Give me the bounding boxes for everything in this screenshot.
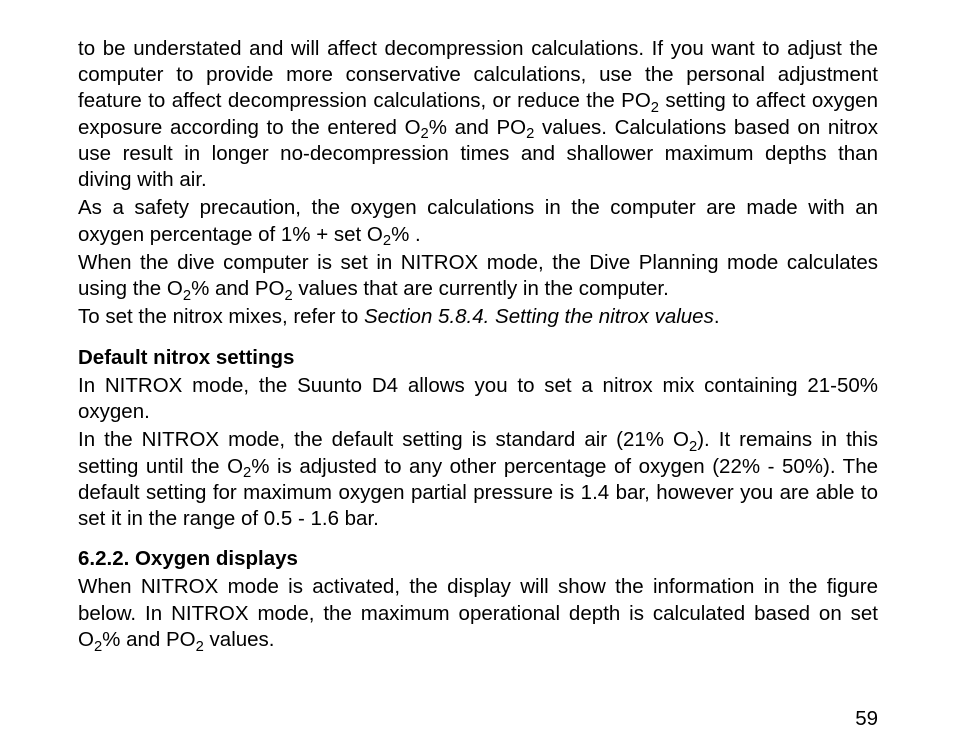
paragraph-default-1: In NITROX mode, the Suunto D4 allows you… — [78, 373, 878, 425]
text: values that are currently in the compute… — [293, 277, 669, 300]
subscript-2: 2 — [94, 639, 102, 655]
subscript-2: 2 — [383, 233, 391, 249]
manual-page: to be understated and will affect decomp… — [0, 0, 954, 756]
page-number: 59 — [855, 706, 878, 732]
text: % and PO — [429, 116, 526, 139]
subscript-2: 2 — [243, 465, 251, 481]
section-reference: Section 5.8.4. Setting the nitrox values — [364, 305, 714, 328]
subscript-2: 2 — [526, 126, 534, 142]
subscript-2: 2 — [651, 100, 659, 116]
text: In the NITROX mode, the default setting … — [78, 428, 689, 451]
text: To set the nitrox mixes, refer to — [78, 305, 364, 328]
paragraph-oxygen-1: When NITROX mode is activated, the displ… — [78, 574, 878, 653]
text: . — [714, 305, 720, 328]
text: As a safety precaution, the oxygen calcu… — [78, 196, 878, 245]
text: % and PO — [191, 277, 284, 300]
text: values. — [204, 628, 275, 651]
subscript-2: 2 — [689, 439, 697, 455]
subscript-2: 2 — [421, 126, 429, 142]
paragraph-intro-1: to be understated and will affect decomp… — [78, 36, 878, 193]
subscript-2: 2 — [285, 288, 293, 304]
subscript-2: 2 — [183, 288, 191, 304]
heading-default-nitrox: Default nitrox settings — [78, 345, 878, 371]
text: % and PO — [102, 628, 195, 651]
subscript-2: 2 — [196, 639, 204, 655]
heading-oxygen-displays: 6.2.2. Oxygen displays — [78, 546, 878, 572]
text: % . — [391, 223, 421, 246]
paragraph-intro-3: When the dive computer is set in NITROX … — [78, 250, 878, 302]
paragraph-intro-4: To set the nitrox mixes, refer to Sectio… — [78, 304, 878, 330]
paragraph-default-2: In the NITROX mode, the default setting … — [78, 427, 878, 532]
paragraph-intro-2: As a safety precaution, the oxygen calcu… — [78, 195, 878, 247]
